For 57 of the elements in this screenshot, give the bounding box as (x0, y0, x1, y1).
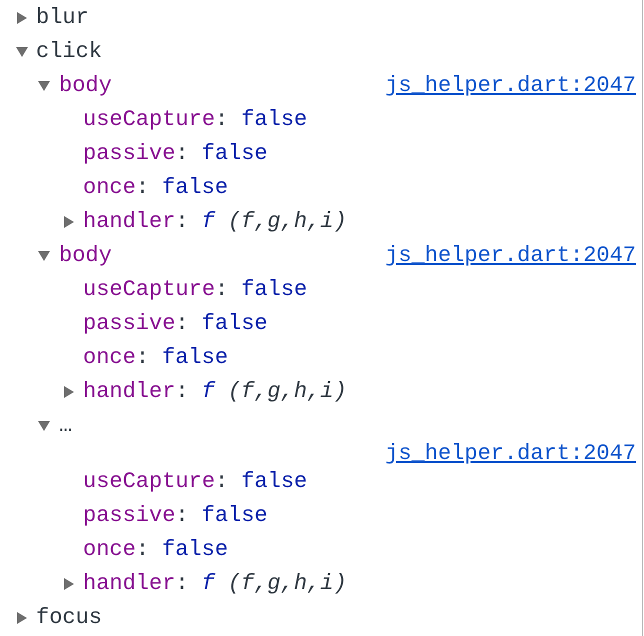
colon-separator: : (175, 208, 189, 236)
property-value: false (202, 502, 268, 530)
property-value: false (202, 140, 268, 168)
property-key: useCapture (83, 103, 216, 137)
caret-right-icon[interactable] (64, 578, 74, 590)
caret-right-icon[interactable] (64, 216, 74, 228)
colon-separator: : (175, 502, 189, 530)
property-key: passive (83, 499, 176, 533)
property-value: false (162, 536, 228, 564)
source-link[interactable]: js_helper.dart:2047 (385, 239, 636, 273)
colon-separator: : (136, 536, 150, 564)
listener-name[interactable]: body (59, 239, 112, 273)
property-key: useCapture (83, 465, 216, 499)
function-keyword: f (202, 208, 215, 236)
property-key: passive (83, 307, 176, 341)
colon-separator: : (136, 174, 150, 202)
colon-separator: : (215, 468, 228, 496)
caret-down-icon[interactable] (16, 47, 28, 57)
caret-right-icon[interactable] (17, 12, 27, 24)
property-value: false (241, 106, 308, 134)
caret-right-icon[interactable] (64, 386, 74, 398)
property-key: passive (83, 137, 176, 171)
colon-separator: : (175, 378, 189, 406)
property-value: false (241, 468, 308, 496)
property-key: once (83, 171, 136, 205)
property-key: once (83, 341, 136, 375)
listener-name[interactable]: body (59, 69, 112, 103)
event-name[interactable]: click (36, 35, 102, 69)
listener-name[interactable]: … (59, 409, 72, 443)
property-value: false (162, 174, 228, 202)
function-signature: (f,g,h,i) (228, 570, 347, 598)
colon-separator: : (175, 570, 189, 598)
event-name[interactable]: focus (36, 601, 102, 635)
source-link[interactable]: js_helper.dart:2047 (385, 69, 636, 103)
caret-down-icon[interactable] (38, 81, 50, 91)
colon-separator: : (215, 106, 228, 134)
property-value: false (202, 310, 268, 338)
caret-down-icon[interactable] (38, 421, 50, 431)
property-key[interactable]: handler (83, 205, 176, 239)
caret-right-icon[interactable] (17, 612, 27, 624)
caret-down-icon[interactable] (38, 251, 50, 261)
colon-separator: : (175, 310, 189, 338)
colon-separator: : (215, 276, 228, 304)
colon-separator: : (136, 344, 150, 372)
colon-separator: : (175, 140, 189, 168)
function-keyword: f (202, 570, 215, 598)
property-key[interactable]: handler (83, 375, 176, 409)
property-value: false (162, 344, 228, 372)
property-key: once (83, 533, 136, 567)
function-signature: (f,g,h,i) (228, 208, 347, 236)
function-keyword: f (202, 378, 215, 406)
property-value: false (241, 276, 308, 304)
event-name[interactable]: blur (36, 1, 89, 35)
function-signature: (f,g,h,i) (228, 378, 347, 406)
source-link[interactable]: js_helper.dart:2047 (385, 443, 636, 465)
property-key: useCapture (83, 273, 216, 307)
property-key[interactable]: handler (83, 567, 176, 601)
